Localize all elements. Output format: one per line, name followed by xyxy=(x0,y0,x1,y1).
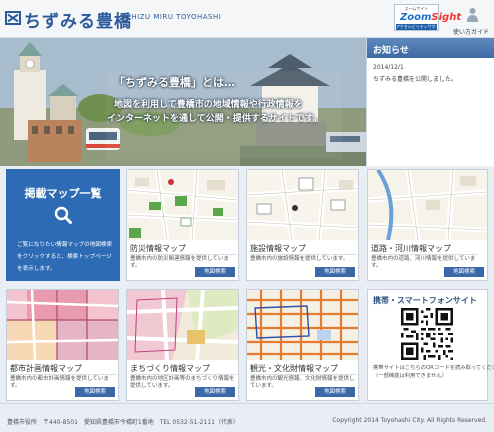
site-footer: 豊橋市役所 〒440-8501 愛知県豊橋市今橋町1番地 TEL 0532-51… xyxy=(0,403,494,432)
hero-description-line2: インターネットを通して公開・提供するサイトです。 xyxy=(107,114,322,124)
news-heading: お知らせ xyxy=(367,38,494,58)
disaster-map-thumbnail xyxy=(127,170,238,240)
logo-icon[interactable] xyxy=(5,11,21,25)
qr-code-image xyxy=(401,308,453,360)
card-title: 施設情報マップ xyxy=(250,243,357,255)
road-river-map-thumbnail xyxy=(368,170,487,240)
site-header: ちずみる豊橋 CHIZU MIRU TOYOHASHI ズームサイト ZoomS… xyxy=(0,0,494,38)
mobile-site-note: （一部機能は利用できません） xyxy=(373,373,447,379)
card-title: 防災情報マップ xyxy=(130,243,237,255)
town-development-map-thumbnail xyxy=(127,290,238,360)
map-search-button[interactable]: 地図検索 xyxy=(75,387,115,397)
usage-guide-link[interactable]: 使い方ガイド xyxy=(449,5,493,36)
city-planning-map-thumbnail xyxy=(7,290,118,360)
mobile-site-instructions: 携帯サイトはこちらのQRコードを読み取ってください。 xyxy=(373,365,494,371)
map-search-button[interactable]: 地図検索 xyxy=(315,267,355,277)
footer-address: 豊橋市役所 〒440-8501 愛知県豊橋市今橋町1番地 TEL 0532-51… xyxy=(7,419,239,426)
guide-label: 使い方ガイド xyxy=(452,29,489,36)
zoom-badge-footer: アクセシビリティサポーター xyxy=(396,24,437,30)
road-river-map-card[interactable]: 道路・河川情報マップ 豊橋市内の道路、河川情報を提供しています。 地図検索 xyxy=(367,169,488,281)
guide-person-icon xyxy=(467,8,478,22)
mobile-site-panel: 携帯・スマートフォンサイト 携帯サイトはこちらのQRコードを読み取ってください。… xyxy=(367,289,494,401)
news-date: 2014/12/1 xyxy=(373,64,404,71)
card-description: 豊橋市内の施設情報を提供しています。 xyxy=(250,256,349,262)
news-item[interactable]: ちずみる豊橋を公開しました。 xyxy=(373,74,457,83)
zoomsight-button[interactable]: ズームサイト ZoomSight アクセシビリティサポーター xyxy=(394,4,461,31)
mobile-site-title: 携帯・スマートフォンサイト xyxy=(373,296,477,305)
map-search-button[interactable]: 地図検索 xyxy=(195,387,235,397)
card-title: 観光・文化財情報マップ xyxy=(250,363,357,375)
town-development-map-card[interactable]: まちづくり情報マップ 豊橋市内の地区計画等のまちづくり情報を提供しています。 地… xyxy=(126,289,239,401)
facility-map-thumbnail xyxy=(247,170,358,240)
site-subtitle: CHIZU MIRU TOYOHASHI xyxy=(126,13,222,21)
tourism-map-thumbnail xyxy=(247,290,358,360)
map-list-intro: 掲載マップ一覧 ご覧になりたい情報マップの地図検索をクリックすると、検索トップペ… xyxy=(6,169,120,281)
map-search-button[interactable]: 地図検索 xyxy=(195,267,235,277)
news-panel: お知らせ 2014/12/1 ちずみる豊橋を公開しました。 xyxy=(366,38,494,166)
facility-map-card[interactable]: 施設情報マップ 豊橋市内の施設情報を提供しています。 地図検索 xyxy=(246,169,359,281)
card-title: 道路・河川情報マップ xyxy=(371,243,478,255)
card-title: まちづくり情報マップ xyxy=(130,363,237,375)
footer-copyright: Copyright 2014 Toyohashi City. All Right… xyxy=(332,417,487,424)
map-list-title: 掲載マップ一覧 xyxy=(24,187,102,200)
map-search-button[interactable]: 地図検索 xyxy=(444,267,484,277)
magnifier-icon xyxy=(54,206,72,224)
map-search-button[interactable]: 地図検索 xyxy=(315,387,355,397)
site-title[interactable]: ちずみる豊橋 xyxy=(24,7,132,32)
card-title: 都市計画情報マップ xyxy=(10,363,117,375)
hero-description-line1: 地図を利用して豊橋市の地域情報や行政情報を xyxy=(114,100,303,110)
disaster-map-card[interactable]: 防災情報マップ 豊橋市内の防災関連情報を提供しています。 地図検索 xyxy=(126,169,239,281)
map-list-description: ご覧になりたい情報マップの地図検索をクリックすると、検索トップページを表示します… xyxy=(17,242,113,272)
city-planning-map-card[interactable]: 都市計画情報マップ 豊橋市内の都市計画情報を提供しています。 地図検索 xyxy=(6,289,119,401)
hero-banner: 「ちずみる豊橋」とは… 地図を利用して豊橋市の地域情報や行政情報を インターネッ… xyxy=(0,38,366,166)
tourism-map-card[interactable]: 観光・文化財情報マップ 豊橋市内の観光情報、文化財情報を提供しています。 地図検… xyxy=(246,289,359,401)
hero-title: 「ちずみる豊橋」とは… xyxy=(114,76,235,89)
